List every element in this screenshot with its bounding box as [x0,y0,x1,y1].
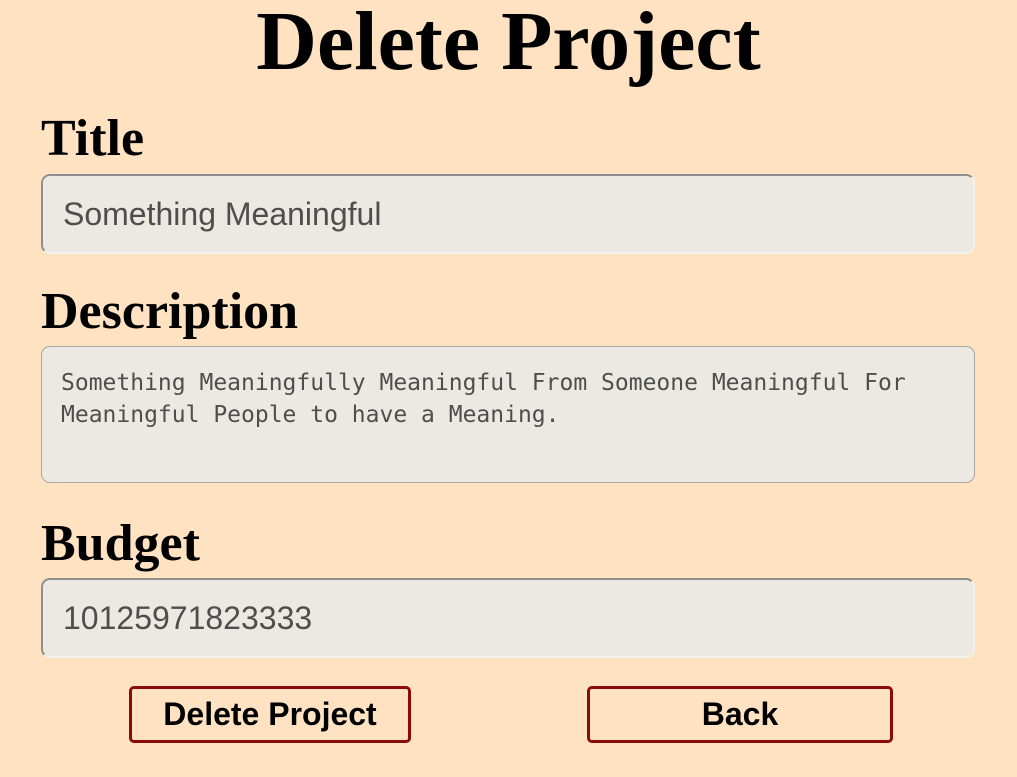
budget-label: Budget [41,515,200,572]
delete-project-page: Delete Project Title Description Somethi… [0,0,1017,777]
page-title: Delete Project [256,0,761,88]
delete-project-button[interactable]: Delete Project [129,686,411,743]
budget-input[interactable] [41,578,975,658]
title-label: Title [41,110,145,167]
description-label: Description [41,283,299,340]
title-input[interactable] [41,174,975,254]
description-textarea[interactable]: Something Meaningfully Meaningful From S… [41,346,975,483]
back-button[interactable]: Back [587,686,893,743]
